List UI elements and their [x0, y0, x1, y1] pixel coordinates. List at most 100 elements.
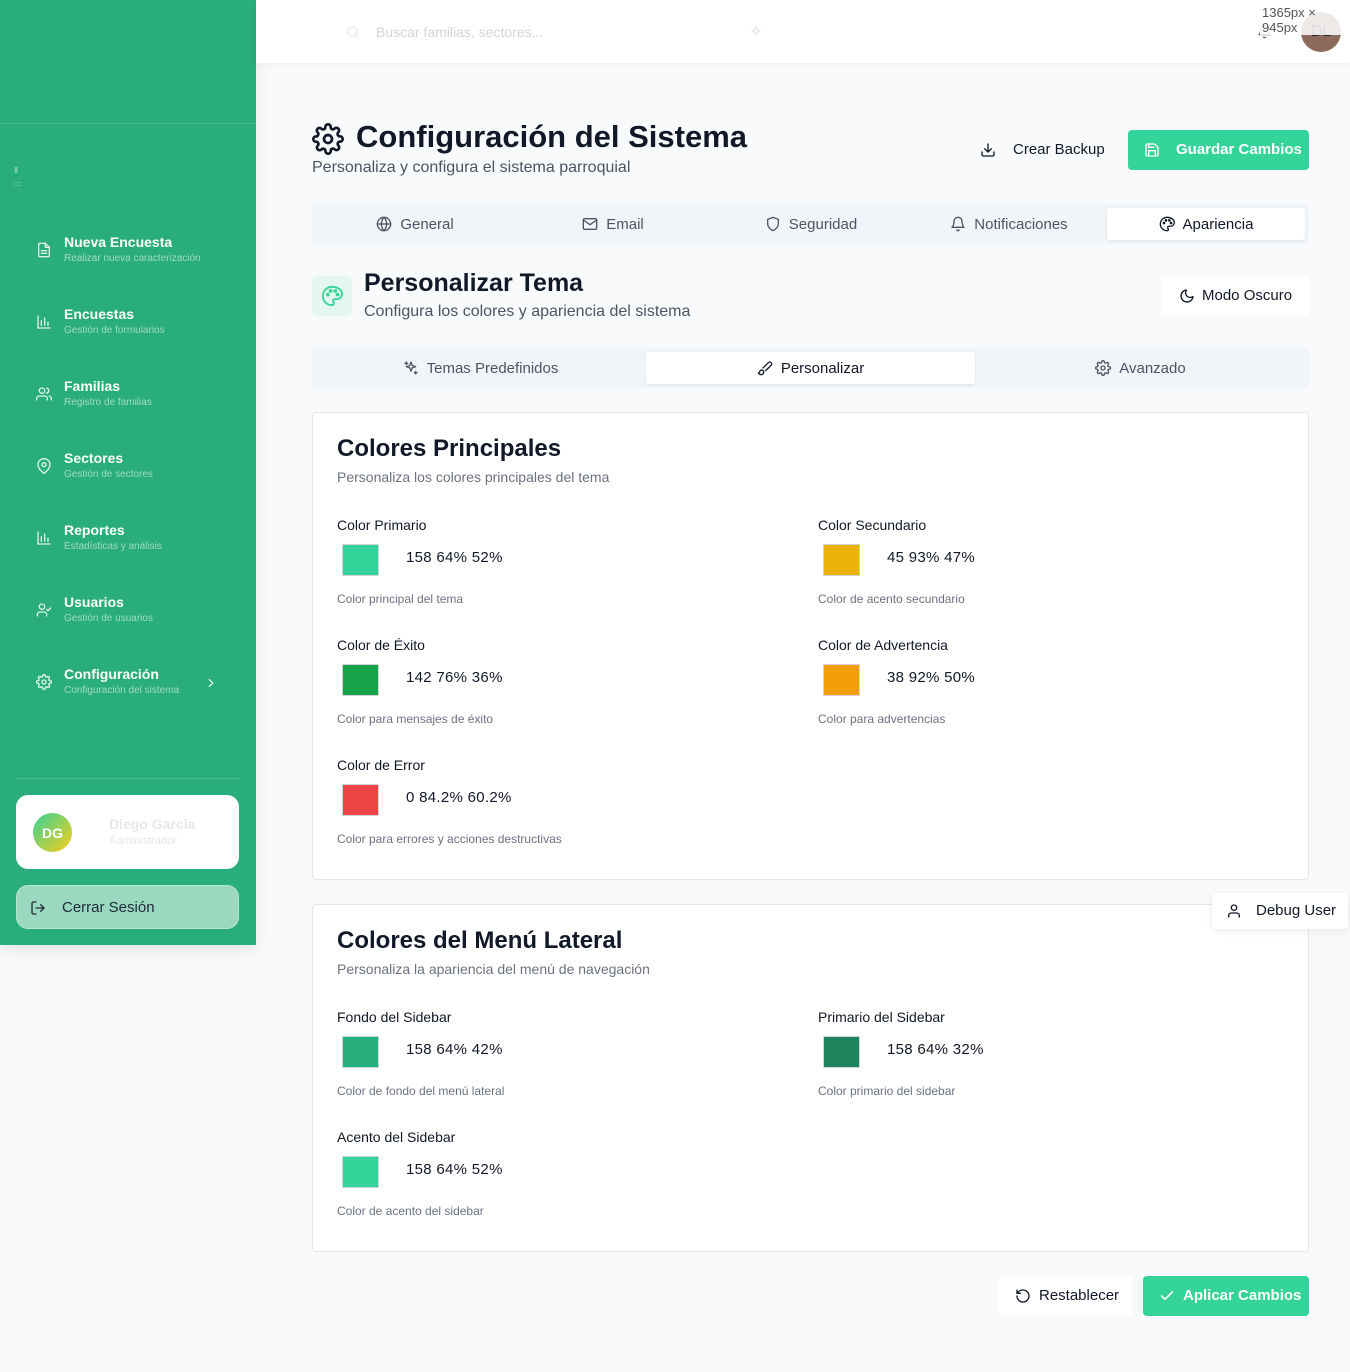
color-swatch[interactable]	[342, 544, 379, 576]
field-label: Acento del Sidebar	[337, 1129, 456, 1145]
apply-changes-label: Aplicar Cambios	[1183, 1287, 1302, 1304]
logout-button[interactable]: Cerrar Sesión	[16, 885, 239, 929]
dark-mode-label: Modo Oscuro	[1202, 287, 1293, 304]
apply-changes-button[interactable]: Aplicar Cambios	[1143, 1276, 1309, 1316]
sidebar-item-familias[interactable]: Familias Registro de familias	[0, 368, 256, 424]
tab-apariencia[interactable]: Apariencia	[1107, 208, 1305, 240]
sidebar-divider	[16, 778, 240, 779]
create-backup-button[interactable]: Crear Backup	[966, 130, 1116, 170]
color-value[interactable]: 158 64% 52%	[406, 1161, 503, 1178]
field-label: Color Secundario	[818, 517, 927, 533]
sidebar-item-usuarios[interactable]: Usuarios Gestión de usuarios	[0, 584, 256, 640]
debug-user-label: Debug User	[1256, 902, 1337, 919]
field-label: Primario del Sidebar	[818, 1009, 945, 1025]
card-subtitle: Personaliza la apariencia del menú de na…	[337, 961, 650, 977]
size-badge: 1365px × 945px	[1260, 5, 1350, 35]
color-value[interactable]: 142 76% 36%	[406, 669, 503, 686]
sidebar-collapsed-indicator: ▮ ▭	[14, 165, 22, 188]
color-value[interactable]: 158 64% 42%	[406, 1041, 503, 1058]
sidebar-item-label: Encuestas	[64, 306, 135, 322]
gear-icon	[312, 123, 344, 155]
sidebar-logo-area	[0, 0, 256, 124]
globe-icon	[376, 216, 392, 232]
shield-icon	[765, 216, 781, 232]
subtab-label: Personalizar	[780, 359, 865, 377]
color-field-advertencia: Color de Advertencia 38 92% 50% Color pa…	[818, 637, 1258, 737]
color-swatch[interactable]	[823, 544, 860, 576]
field-help: Color primario del sidebar	[818, 1084, 956, 1098]
sidebar-item-label: Nueva Encuesta	[64, 234, 173, 250]
save-changes-label: Guardar Cambios	[1176, 141, 1302, 158]
sidebar-colors-card: Colores del Menú Lateral Personaliza la …	[312, 904, 1309, 1252]
field-help: Color de fondo del menú lateral	[337, 1084, 505, 1098]
sidebar-item-configuracion[interactable]: Configuración Configuración del sistema	[0, 656, 256, 712]
search-icon	[346, 25, 360, 39]
tab-label: Seguridad	[788, 215, 858, 233]
color-swatch[interactable]	[342, 784, 379, 816]
sidebar: ▮ ▭ Nueva Encuesta Realizar nueva caracte…	[0, 0, 256, 945]
field-help: Color de acento secundario	[818, 592, 965, 606]
user-name: Diego Garcia	[109, 816, 196, 832]
palette-icon	[1159, 216, 1175, 232]
tab-seguridad[interactable]: Seguridad	[712, 208, 910, 240]
field-label: Color de Error	[337, 757, 425, 773]
sidebar-item-sublabel: Realizar nueva caracterización	[64, 253, 201, 264]
tab-email[interactable]: Email	[514, 208, 712, 240]
main-colors-card: Colores Principales Personaliza los colo…	[312, 412, 1309, 880]
color-swatch[interactable]	[823, 664, 860, 696]
sparkles-icon[interactable]	[749, 25, 763, 39]
moon-icon	[1179, 288, 1195, 304]
dark-mode-button[interactable]: Modo Oscuro	[1161, 276, 1309, 316]
tab-notificaciones[interactable]: Notificaciones	[910, 208, 1108, 240]
sidebar-item-label: Sectores	[64, 450, 124, 466]
color-value[interactable]: 158 64% 32%	[887, 1041, 984, 1058]
field-help: Color principal del tema	[337, 592, 464, 606]
page-subtitle: Personaliza y configura el sistema parro…	[312, 159, 631, 176]
chevron-right-icon	[204, 676, 218, 690]
logout-label: Cerrar Sesión	[62, 899, 155, 916]
rotate-ccw-icon	[1015, 1288, 1031, 1304]
user-check-icon	[36, 602, 52, 618]
tab-label: General	[400, 215, 454, 233]
color-swatch[interactable]	[342, 1156, 379, 1188]
sidebar-item-encuestas[interactable]: Encuestas Gestión de formularios	[0, 296, 256, 352]
sidebar-item-nueva-encuesta[interactable]: Nueva Encuesta Realizar nueva caracteriz…	[0, 224, 256, 280]
tab-label: Email	[606, 215, 644, 233]
subtab-temas-predefinidos[interactable]: Temas Predefinidos	[316, 352, 645, 384]
subtab-avanzado[interactable]: Avanzado	[976, 352, 1305, 384]
subtab-label: Temas Predefinidos	[426, 359, 559, 377]
save-changes-button[interactable]: Guardar Cambios	[1128, 130, 1309, 170]
sidebar-item-sectores[interactable]: Sectores Gestión de sectores	[0, 440, 256, 496]
logout-icon	[30, 900, 46, 916]
sidebar-item-sublabel: Estadísticas y análisis	[64, 541, 162, 552]
color-value[interactable]: 45 93% 47%	[887, 549, 975, 566]
debug-user-button[interactable]: Debug User	[1212, 893, 1348, 929]
field-label: Fondo del Sidebar	[337, 1009, 452, 1025]
color-value[interactable]: 158 64% 52%	[406, 549, 503, 566]
sparkles-icon	[403, 360, 419, 376]
file-icon	[36, 242, 52, 258]
search-input[interactable]	[376, 20, 736, 44]
reset-button[interactable]: Restablecer	[999, 1276, 1132, 1316]
user-card[interactable]: DG Diego Garcia Administrador	[16, 795, 239, 869]
subtab-personalizar[interactable]: Personalizar	[646, 352, 975, 384]
bar-chart-icon	[36, 530, 52, 546]
color-value[interactable]: 0 84.2% 60.2%	[406, 789, 512, 806]
color-field-sidebar-acento: Acento del Sidebar 158 64% 52% Color de …	[337, 1129, 777, 1229]
sidebar-item-sublabel: Gestión de usuarios	[64, 613, 153, 624]
color-field-sidebar-primario: Primario del Sidebar 158 64% 32% Color p…	[818, 1009, 1258, 1109]
color-value[interactable]: 38 92% 50%	[887, 669, 975, 686]
field-help: Color para errores y acciones destructiv…	[337, 832, 562, 846]
sidebar-item-reportes[interactable]: Reportes Estadísticas y análisis	[0, 512, 256, 568]
tab-general[interactable]: General	[316, 208, 514, 240]
color-swatch[interactable]	[342, 664, 379, 696]
color-field-error: Color de Error 0 84.2% 60.2% Color para …	[337, 757, 777, 857]
settings-tabs: General Email Seguridad Notificaciones A…	[312, 204, 1309, 244]
theme-subtabs: Temas Predefinidos Personalizar Avanzado	[312, 348, 1309, 388]
color-swatch[interactable]	[823, 1036, 860, 1068]
theme-subtitle: Configura los colores y apariencia del s…	[364, 303, 691, 320]
color-swatch[interactable]	[342, 1036, 379, 1068]
create-backup-label: Crear Backup	[1013, 141, 1105, 158]
color-field-primario: Color Primario 158 64% 52% Color princip…	[337, 517, 777, 617]
sidebar-item-sublabel: Registro de familias	[64, 397, 152, 408]
